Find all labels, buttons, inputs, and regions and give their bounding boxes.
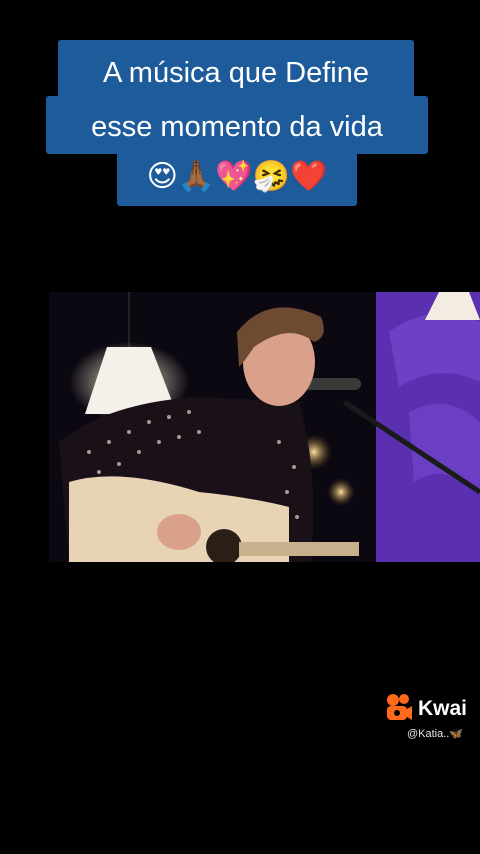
caption-text-1: A música que Define <box>103 57 369 89</box>
caption-line-1: A música que Define <box>58 40 414 104</box>
caption-text-2: esse momento da vida <box>91 111 383 143</box>
video-player[interactable] <box>49 292 480 562</box>
guitar-neck <box>239 542 359 556</box>
caption-line-2: esse momento da vida <box>46 96 428 154</box>
kwai-username: @Katia..🦋 <box>407 728 464 740</box>
kwai-watermark: Kwai @Katia..🦋 <box>385 693 477 743</box>
video-frame <box>49 292 480 562</box>
caption-emoji-line: 😍🙏🏾💖🤧❤️ <box>117 150 357 206</box>
kwai-brand-label: Kwai <box>418 697 468 720</box>
kwai-logo-icon <box>387 694 412 720</box>
caption-emojis: 😍🙏🏾💖🤧❤️ <box>146 159 328 194</box>
